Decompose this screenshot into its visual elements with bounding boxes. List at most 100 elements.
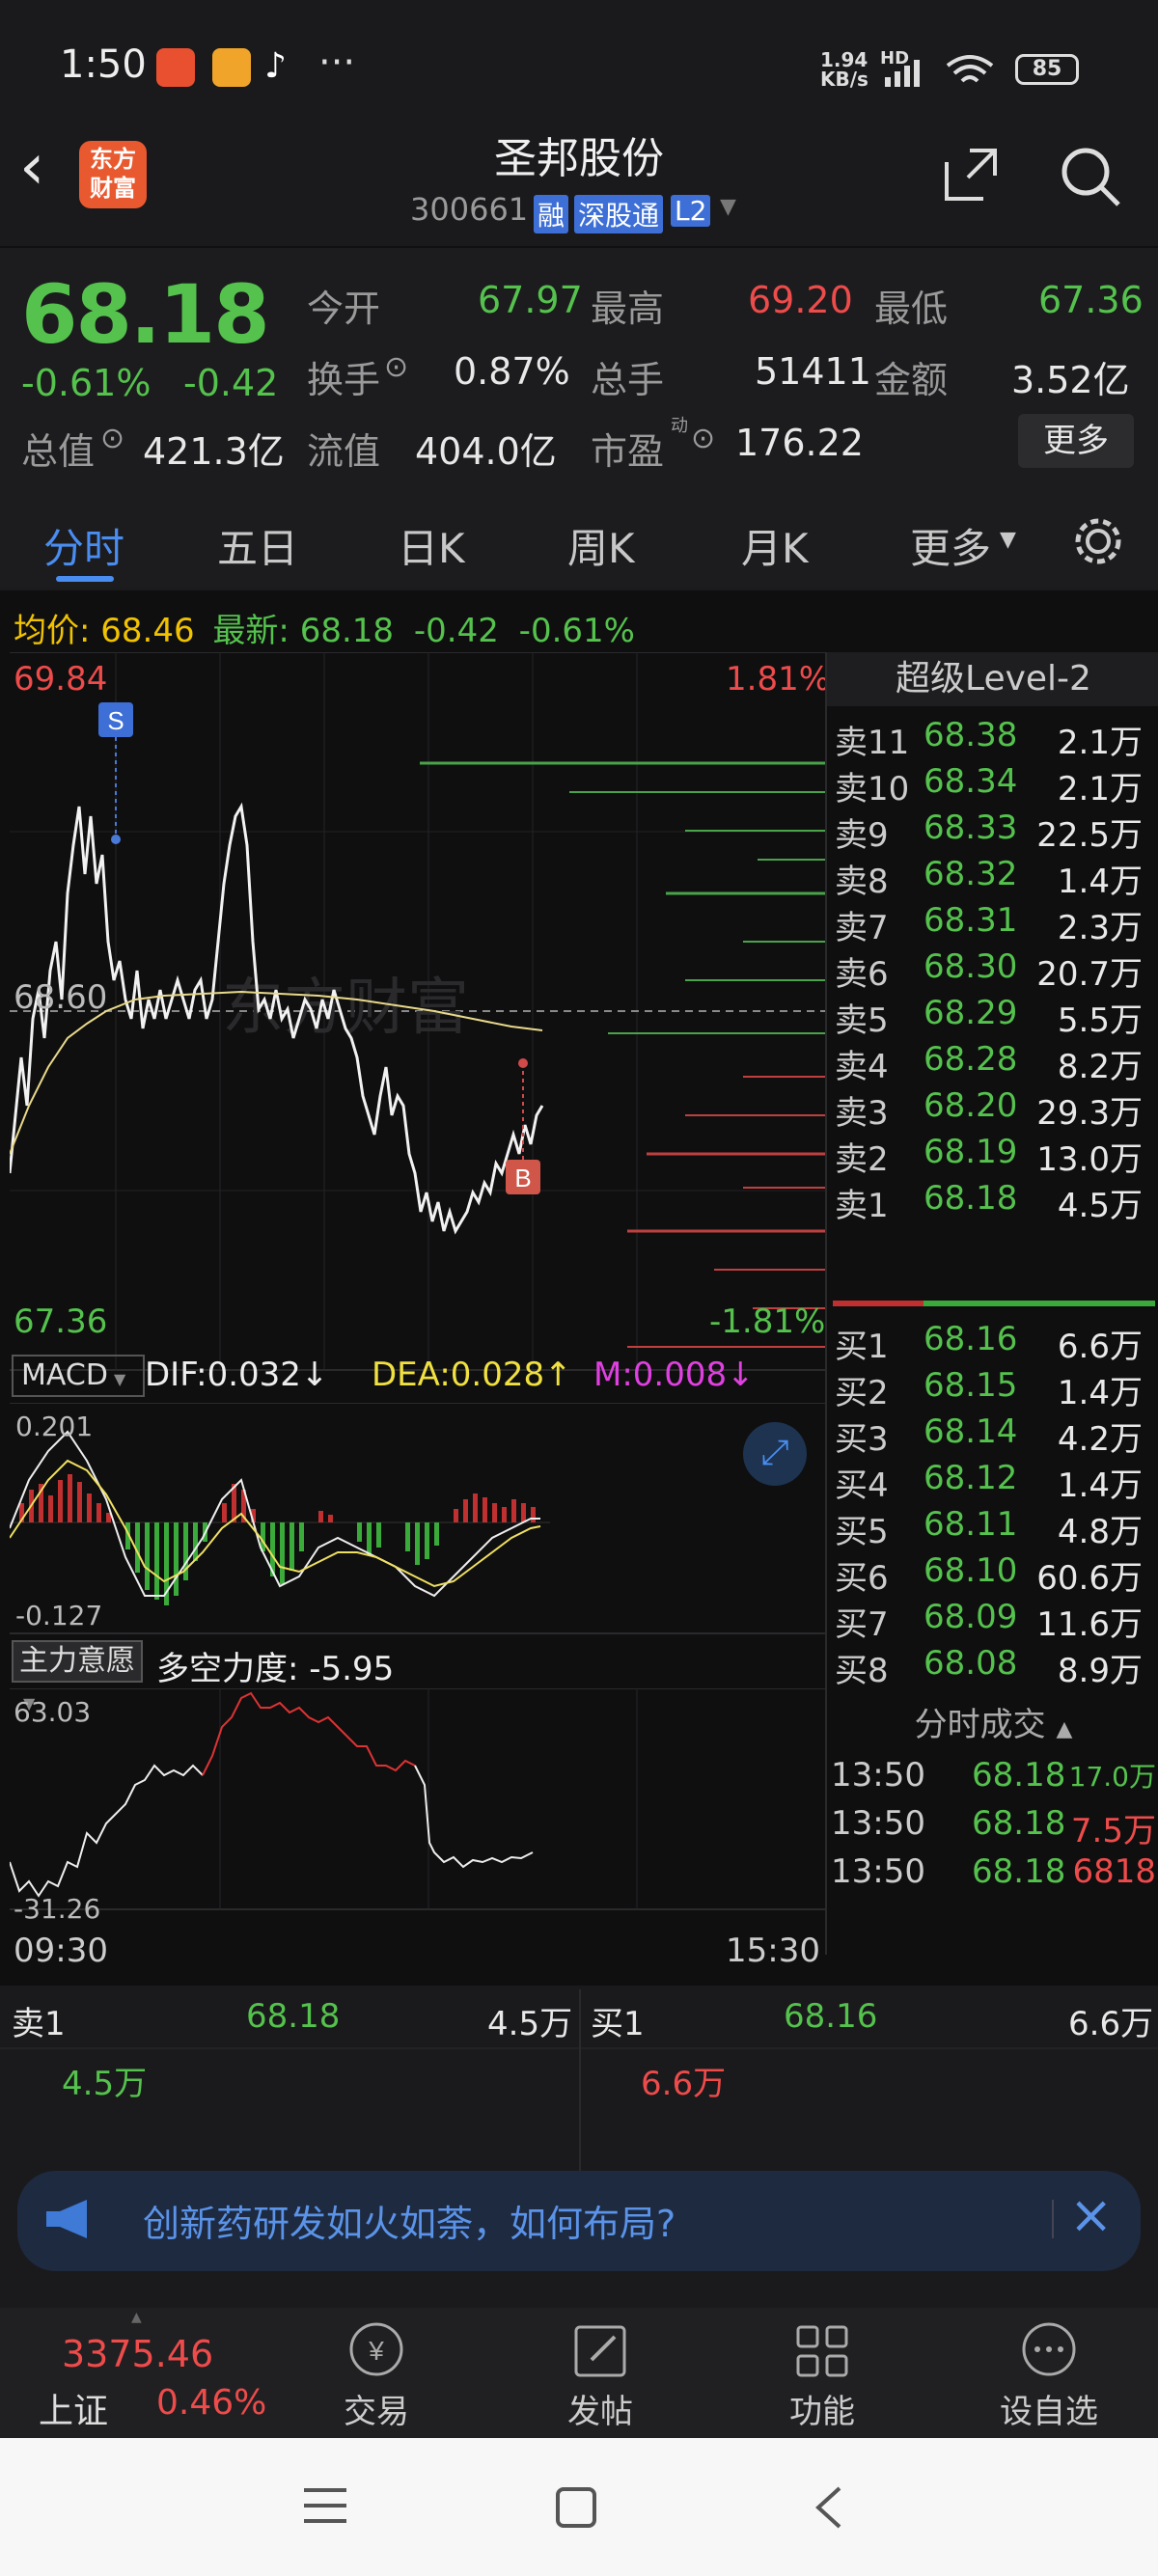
time-start: 09:30 [14,1932,108,1970]
ticks-title[interactable]: 分时成交 ▲ [827,1698,1158,1745]
home-icon[interactable] [555,2486,597,2529]
buy-order-row[interactable]: 买968.0610.8万 [827,1685,1158,1686]
macd-indicator-selector[interactable]: MACD ▼ [12,1355,145,1397]
banner-text[interactable]: 创新药研发如火如荼，如何布局? [143,2194,676,2247]
turnover-info-icon[interactable]: ⊙ [384,350,408,384]
flow-chart[interactable] [10,1688,825,1910]
tab-intraday[interactable]: 分时 [43,516,124,575]
sell-order-row[interactable]: 卖9 68.33 22.5万 [827,803,1158,855]
change-percent: -0.61% [21,362,152,404]
more-button[interactable]: 更多 [1018,414,1134,468]
turnover-value: 0.87% [454,350,570,393]
low-value: 67.36 [1038,279,1144,321]
tick-price: 68.18 [972,1804,1066,1843]
latest-change: -0.42 [413,612,499,650]
tab-day-k[interactable]: 日K [398,516,465,575]
tab-month-k[interactable]: 月K [741,516,809,575]
macd-top-value: 0.201 [15,1411,94,1442]
queue-sell-price: 68.18 [246,1997,341,2036]
sell-order-price: 68.38 [924,716,1018,754]
sell-order-row[interactable]: 卖2 68.19 13.0万 [827,1127,1158,1179]
mktcap-info-icon[interactable]: ⊙ [100,422,124,455]
chart-settings-gear-icon[interactable] [1071,514,1125,568]
buy-order-row[interactable]: 买3 68.14 4.2万 [827,1407,1158,1459]
queue-buy-vol: 6.6万 [1068,2005,1154,2043]
ticks-collapse-icon: ▲ [1056,1717,1073,1741]
sell-order-row[interactable]: 卖4 68.28 8.2万 [827,1034,1158,1086]
sell-order-volume: 4.5万 [1057,1187,1143,1225]
buy-order-row[interactable]: 买1 68.16 6.6万 [827,1314,1158,1366]
sell-order-price: 68.33 [924,808,1018,847]
buy-order-price: 68.08 [924,1644,1018,1683]
nav-functions[interactable]: 功能 [764,2308,880,2438]
tick-time: 13:50 [831,1756,925,1795]
nav-trade[interactable]: ¥ 交易 [318,2308,434,2438]
nav-post[interactable]: 发帖 [542,2308,658,2438]
chart-top-pct: 1.81% [726,660,831,699]
pe-label: 市盈 [591,430,665,473]
queue-sell-vol: 4.5万 [487,2005,573,2043]
status-time: 1:50 [60,42,147,87]
tick-row: 13:50 68.18 17.0万 [827,1750,1158,1796]
sell-order-row[interactable]: 卖1 68.18 4.5万 [827,1173,1158,1225]
buy-order-row[interactable]: 买2 68.15 1.4万 [827,1360,1158,1412]
more-dots-icon [1022,2322,1076,2376]
sell-order-row[interactable]: 卖10 68.34 2.1万 [827,756,1158,808]
index-ticker[interactable]: ▲ 3375.46 上证 0.46% [0,2308,266,2438]
level2-title[interactable]: 超级Level-2 [827,652,1158,706]
buy-order-row[interactable]: 买4 68.12 1.4万 [827,1453,1158,1505]
back-nav-icon[interactable] [809,2484,847,2531]
buy-order-row[interactable]: 买7 68.09 11.6万 [827,1592,1158,1644]
wifi-icon [946,55,994,83]
dropdown-icon[interactable]: ▼ [720,195,736,219]
flow-bottom-value: -31.26 [14,1893,101,1925]
sell-order-row[interactable]: 卖7 68.31 2.3万 [827,895,1158,947]
float-label: 流值 [307,430,381,473]
functions-grid-icon [796,2325,848,2377]
buy-order-price: 68.16 [924,1320,1018,1358]
macd-chart[interactable] [10,1403,825,1634]
sell-order-row[interactable]: 卖3 68.20 29.3万 [827,1081,1158,1133]
high-value: 69.20 [748,279,853,321]
share-icon[interactable] [941,145,1001,205]
flow-line-red [202,1691,416,1776]
queue-sell-label: 卖1 [12,2005,66,2043]
buy-order-price: 68.09 [924,1598,1018,1636]
recent-apps-icon[interactable] [304,2486,346,2525]
flow-label: 主力意愿 [19,1644,135,1678]
sell-order-row[interactable]: 卖5 68.29 5.5万 [827,988,1158,1040]
flow-indicator-selector[interactable]: 主力意愿▼ [12,1640,143,1713]
pe-info-icon[interactable]: ⊙ [691,422,715,455]
ticks-title-text: 分时成交 [914,1706,1046,1744]
flow-line-white-2 [414,1765,534,1869]
chart-mid-price: 68.60 [14,978,108,1017]
queue-buy-line [581,2047,1158,2049]
sell-order-row[interactable]: 卖11 68.38 2.1万 [827,710,1158,762]
news-banner[interactable]: 创新药研发如火如荼，如何布局? × [17,2171,1141,2271]
margin-badge: 融 [534,195,569,233]
search-icon[interactable] [1057,143,1124,210]
sell-order-row[interactable]: 卖8 68.32 1.4万 [827,849,1158,901]
app-notification-icon [156,48,195,87]
notes-notification-icon [212,48,251,87]
banner-close-icon[interactable]: × [1069,2184,1113,2245]
buy-order-row[interactable]: 买5 68.11 4.8万 [827,1499,1158,1551]
buy-order-row[interactable]: 买8 68.08 8.9万 [827,1638,1158,1686]
amount-label: 金额 [874,359,949,401]
high-label: 最高 [591,288,665,330]
nav-add-watchlist[interactable]: 设自选 [986,2308,1112,2438]
sell-order-row[interactable]: 卖6 68.30 20.7万 [827,942,1158,994]
last-price: 68.18 [21,267,270,362]
intraday-chart[interactable]: 东方财富 S B [10,652,825,1371]
latest-pct: -0.61% [518,612,635,650]
svg-text:¥: ¥ [368,2336,384,2366]
macd-label: MACD [21,1358,108,1392]
tab-five-day[interactable]: 五日 [217,516,298,575]
tab-more[interactable]: 更多 [910,516,991,575]
sell-order-price: 68.31 [924,901,1018,940]
expand-chart-icon[interactable]: ⤢ [743,1422,807,1486]
tab-week-k[interactable]: 周K [567,516,635,575]
stock-header: ‹ 东方 财富 圣邦股份 300661 融 深股通 L2 ▼ [0,116,1158,241]
buy-order-row[interactable]: 买6 68.10 60.6万 [827,1546,1158,1598]
nav-add-watchlist-label: 设自选 [1000,2393,1098,2431]
